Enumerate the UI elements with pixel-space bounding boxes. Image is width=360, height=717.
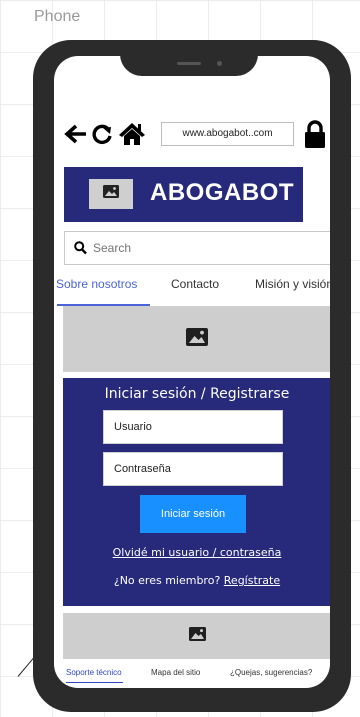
browser-bar: www.abogabot..com — [54, 120, 330, 150]
phone-screen: www.abogabot..com ABOGABOT Search Sobre … — [54, 56, 330, 688]
lock-icon — [303, 118, 327, 150]
nav-tabs: Sobre nosotros Contacto Misión y visión — [54, 277, 330, 301]
speaker-grille — [177, 62, 201, 65]
tab-mision-vision[interactable]: Misión y visión — [255, 277, 330, 291]
image-icon — [103, 185, 119, 203]
footer-image-placeholder — [63, 613, 330, 659]
tab-sobre-nosotros[interactable]: Sobre nosotros — [56, 277, 137, 291]
url-bar[interactable]: www.abogabot..com — [161, 122, 294, 146]
arrow-left-icon[interactable] — [62, 120, 88, 148]
login-panel: Iniciar sesión / Registrarse Iniciar ses… — [63, 378, 330, 606]
active-footer-indicator — [66, 682, 123, 683]
forgot-credentials-link[interactable]: Olvidé mi usuario / contraseña — [63, 546, 330, 559]
not-member-text: ¿No eres miembro? — [113, 574, 224, 587]
hero-image-placeholder — [63, 306, 330, 372]
username-field[interactable] — [103, 410, 283, 444]
tab-contacto[interactable]: Contacto — [171, 277, 219, 291]
image-icon — [188, 626, 206, 646]
search-bar[interactable] — [64, 231, 330, 265]
login-button[interactable]: Iniciar sesión — [140, 495, 246, 533]
phone-frame: www.abogabot..com ABOGABOT Search Sobre … — [33, 40, 351, 712]
logo-placeholder — [89, 179, 133, 209]
image-icon — [186, 327, 208, 351]
refresh-icon[interactable] — [89, 120, 115, 148]
brand-banner[interactable]: ABOGABOT — [64, 167, 303, 222]
password-field[interactable] — [103, 452, 283, 486]
signup-link[interactable]: Regístrate — [224, 574, 280, 587]
signup-line: ¿No eres miembro? Regístrate — [63, 574, 330, 587]
home-icon[interactable] — [117, 120, 147, 148]
login-title: Iniciar sesión / Registrarse — [104, 386, 290, 402]
footer-link-mapa[interactable]: Mapa del sitio — [151, 668, 200, 677]
front-camera — [217, 61, 222, 66]
brand-name: ABOGABOT — [150, 179, 294, 206]
phone-notch — [120, 40, 258, 76]
search-input[interactable] — [93, 239, 313, 257]
footer-link-soporte[interactable]: Soporte técnico — [66, 668, 122, 677]
footer-link-quejas[interactable]: ¿Quejas, sugerencias? — [230, 668, 312, 677]
search-icon — [74, 241, 87, 260]
canvas-label: Phone — [34, 8, 81, 25]
